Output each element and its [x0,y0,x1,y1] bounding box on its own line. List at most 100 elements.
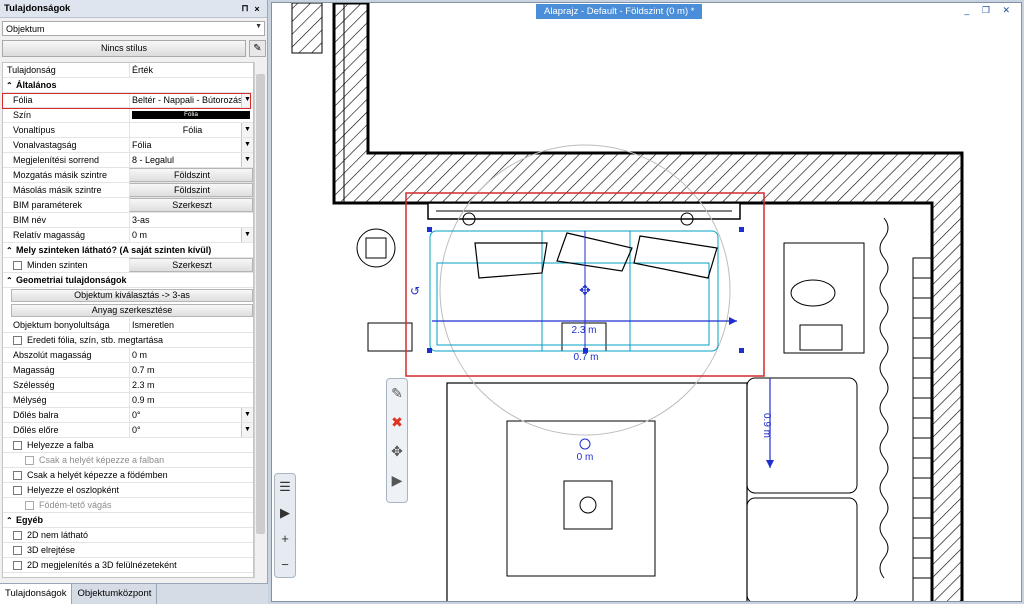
row-sorrend[interactable]: Megjelenítési sorrend 8 - Legalul ▼ [3,153,253,168]
row-value[interactable]: 0° ▼ [129,408,253,422]
section-other-label: Egyéb [16,515,44,525]
chevron-down-icon: ▼ [255,23,262,30]
dim-small-label: 0.7 m [573,352,598,363]
row-check[interactable]: 2D nem látható [3,528,253,543]
chevron-down-icon[interactable]: ▼ [241,408,253,422]
checkbox[interactable] [13,440,22,450]
select-object-button[interactable]: Objektum kiválasztás -> 3-as [11,289,253,302]
floorplan-canvas[interactable]: 2.3 m 0.7 m 0.9 m 0 m ✥ ↺ [272,3,1022,602]
height-handle[interactable] [579,438,591,450]
checkbox[interactable] [13,530,22,540]
all-levels-checkbox[interactable] [13,260,22,270]
floating-toolbar: ✎ ✖ ✥ ▶ [386,378,408,503]
move-tool-icon[interactable]: ✥ [387,437,407,466]
chevron-down-icon[interactable]: ▼ [241,153,253,167]
row-check[interactable]: 2D megjelenítés a 3D felülnézeteként [3,558,253,573]
row-abs-height[interactable]: Abszolút magasság 0 m [3,348,253,363]
chevron-down-icon[interactable]: ▼ [241,138,253,152]
collapse-icon[interactable]: ⌃ [6,516,16,525]
list-icon[interactable]: ☰ [275,474,295,500]
play-icon[interactable]: ▶ [275,500,295,526]
row-vonalvastagsag[interactable]: Vonalvastagság Fólia ▼ [3,138,253,153]
chevron-down-icon[interactable]: ▼ [241,123,253,137]
expand-icon[interactable]: ▶ [387,466,407,495]
row-complexity[interactable]: Objektum bonyolultsága Ismeretlen [3,318,253,333]
coffee-tray [563,480,613,530]
row-value[interactable]: Fólia ▼ [129,138,253,152]
copy-level-button[interactable]: Földszint [129,183,253,197]
row-check[interactable]: Csak a helyét képezze a födémben [3,468,253,483]
row-tilt-forward[interactable]: Dőlés előre 0° ▼ [3,423,253,438]
chevron-down-icon[interactable]: ▼ [241,228,253,242]
row-all-levels[interactable]: Minden szinten Szerkeszt [3,258,253,273]
row-vonaltipus[interactable]: Vonaltípus Fólia ▼ [3,123,253,138]
row-value[interactable]: Fólia [129,108,253,122]
close-icon[interactable]: × [251,4,263,14]
section-levels[interactable]: ⌃ Mely szinteken látható? (A saját szinte… [3,243,253,258]
checkbox[interactable] [13,545,22,555]
tab-object-center[interactable]: Objektumközpont [72,584,158,604]
row-depth[interactable]: Mélység 0.9 m [3,393,253,408]
edit-icon[interactable]: ✎ [387,379,407,408]
row-value[interactable]: 8 - Legalul ▼ [129,153,253,167]
row-value[interactable]: Beltér - Nappali - Bútorozás ▼ [129,93,253,107]
section-other[interactable]: ⌃ Egyéb [3,513,253,528]
row-label: BIM paraméterek [13,200,83,210]
keep-original-checkbox[interactable] [13,335,22,345]
levels-edit-button[interactable]: Szerkeszt [129,258,253,272]
view-title[interactable]: Alaprajz - Default - Földszint (0 m) * [536,4,703,19]
chevron-down-icon[interactable]: ▼ [241,93,253,107]
collapse-icon[interactable]: ⌃ [6,81,16,90]
plus-icon[interactable]: + [275,526,295,552]
section-geometry[interactable]: ⌃ Geometriai tulajdonságok [3,273,253,288]
row-relative-height[interactable]: Relatív magasság 0 m ▼ [3,228,253,243]
row-keep-original[interactable]: Eredeti fólia, szín, stb. megtartása [3,333,253,348]
grid-scrollbar[interactable] [254,62,266,578]
row-label: Objektum bonyolultsága [13,320,110,330]
row-value[interactable]: Ismeretlen [129,318,253,332]
move-icon[interactable]: ✥ [579,283,591,299]
row-szin[interactable]: Szín Fólia [3,108,253,123]
row-value[interactable]: 0° ▼ [129,423,253,437]
row-width[interactable]: Szélesség 2.3 m [3,378,253,393]
style-button[interactable]: Nincs stílus [2,40,246,57]
window-controls[interactable]: _ ❐ ✕ [964,5,1015,16]
row-tilt-left[interactable]: Dőlés balra 0° ▼ [3,408,253,423]
row-value[interactable]: 0 m [129,348,253,362]
bim-edit-button[interactable]: Szerkeszt [129,198,253,212]
row-value[interactable]: 2.3 m [129,378,253,392]
row-height[interactable]: Magasság 0.7 m [3,363,253,378]
row-check[interactable]: 3D elrejtése [3,543,253,558]
bim-name-input[interactable]: 3-as [129,213,253,227]
collapse-icon[interactable]: ⌃ [6,246,16,255]
row-value[interactable]: 0 m ▼ [129,228,253,242]
pin-icon[interactable]: ⊓ [239,3,251,14]
object-combo[interactable]: Objektum ▼ [2,21,265,36]
collapse-icon[interactable]: ⌃ [6,276,16,285]
row-value[interactable]: Fólia ▼ [129,123,253,137]
rotate-icon[interactable]: ↺ [410,284,420,298]
move-level-button[interactable]: Földszint [129,168,253,182]
checkbox[interactable] [13,485,22,495]
checkbox[interactable] [13,470,22,480]
material-edit-button[interactable]: Anyag szerkesztése [11,304,253,317]
chevron-down-icon[interactable]: ▼ [241,423,253,437]
color-swatch[interactable]: Fólia [132,111,250,119]
section-general[interactable]: ⌃ Általános [3,78,253,93]
tab-properties[interactable]: Tulajdonságok [0,584,73,604]
row-bim-name[interactable]: BIM név 3-as [3,213,253,228]
row-value[interactable]: 0.7 m [129,363,253,377]
plant-icon [365,237,387,259]
row-check[interactable]: Helyezze a falba [3,438,253,453]
pencil-icon[interactable]: ✎ [249,40,266,57]
row-value[interactable]: 0.9 m [129,393,253,407]
scrollbar-thumb[interactable] [256,74,265,534]
row-check[interactable]: Helyezze el oszlopként [3,483,253,498]
minus-icon[interactable]: − [275,552,295,578]
row-folia[interactable]: Fólia Beltér - Nappali - Bútorozás ▼ [3,93,253,108]
checkbox[interactable] [13,560,22,570]
delete-icon[interactable]: ✖ [387,408,407,437]
row-value-text: Fólia [132,140,152,150]
floorplan-view[interactable]: 2.3 m 0.7 m 0.9 m 0 m ✥ ↺ Alaprajz - Def… [271,2,1022,602]
armchair [746,497,858,601]
